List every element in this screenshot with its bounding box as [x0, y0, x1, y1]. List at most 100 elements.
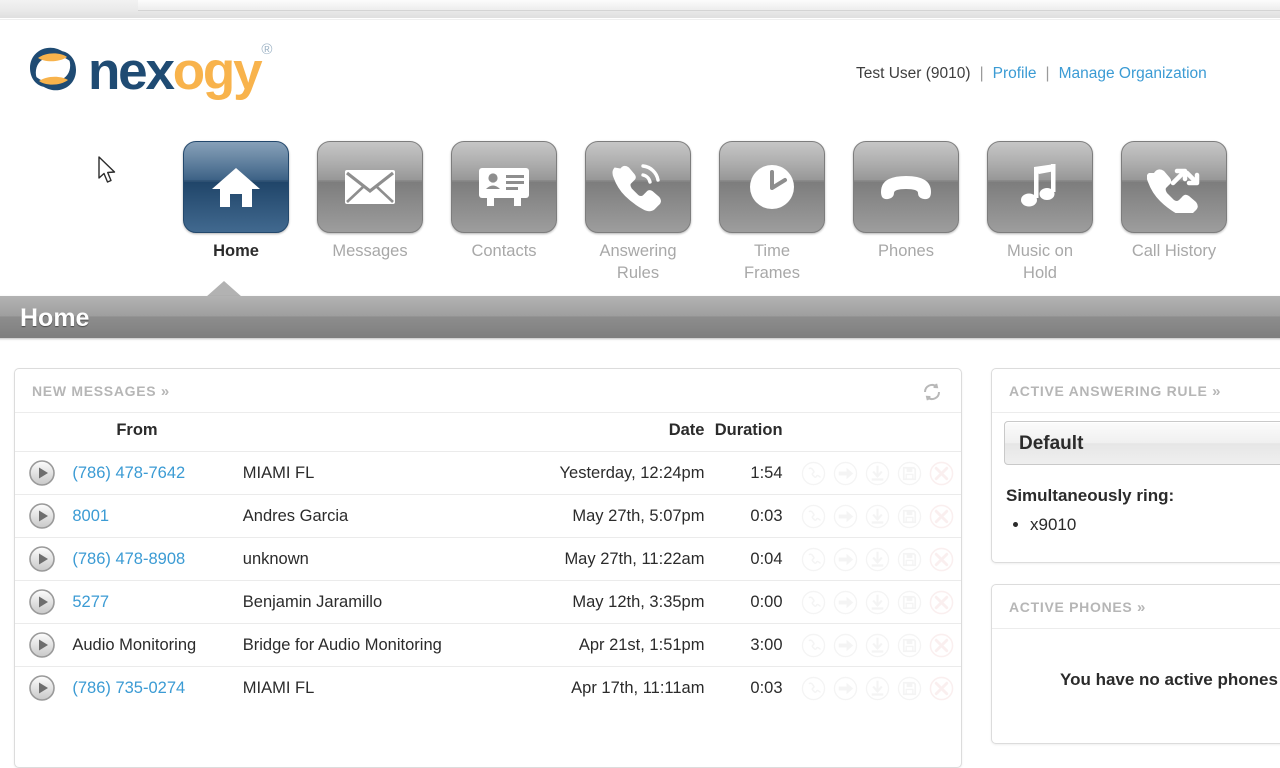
message-from-cell[interactable]: (786) 735-0274: [68, 666, 243, 710]
active-rule-chip[interactable]: Default: [1004, 421, 1280, 465]
call-icon: [801, 633, 825, 657]
message-action-buttons[interactable]: [787, 504, 961, 529]
table-row[interactable]: (786) 735-0274 MIAMI FL Apr 17th, 11:11am 0…: [15, 666, 961, 710]
table-row[interactable]: Audio Monitoring Bridge for Audio Monitor…: [15, 623, 961, 667]
nav-button-music-on-hold[interactable]: [987, 141, 1093, 233]
profile-link[interactable]: Profile: [993, 65, 1037, 82]
home-icon: [212, 168, 260, 207]
brand-logo[interactable]: nexogy®: [22, 38, 272, 101]
nav-button-home[interactable]: [183, 141, 289, 233]
table-row[interactable]: 5277 Benjamin Jaramillo May 12th, 3:35pm 0:…: [15, 580, 961, 624]
message-actions-cell[interactable]: [786, 666, 961, 710]
message-play-cell[interactable]: [15, 451, 69, 495]
refresh-icon[interactable]: [920, 380, 944, 404]
page-title: Home: [20, 304, 90, 332]
nav-item-music-on-hold[interactable]: Music on Hold: [973, 141, 1107, 285]
account-user-label: Test User (9010): [856, 65, 971, 82]
forward-icon: [833, 590, 857, 614]
message-from-value[interactable]: (786) 478-7642: [72, 464, 185, 482]
message-from-cell[interactable]: 5277: [68, 580, 243, 624]
message-action-buttons[interactable]: [787, 633, 961, 658]
message-from-value[interactable]: 5277: [72, 593, 109, 611]
contact-card-icon: [479, 168, 529, 206]
save-icon: [897, 676, 921, 700]
message-actions-cell[interactable]: [786, 580, 961, 624]
message-from-value[interactable]: (786) 478-8908: [72, 550, 185, 568]
nav-button-contacts[interactable]: [451, 141, 557, 233]
play-icon: [28, 460, 55, 486]
nav-label-contacts: Contacts: [471, 242, 537, 260]
table-row[interactable]: (786) 478-8908 unknown May 27th, 11:22am 0:…: [15, 537, 961, 581]
active-answering-rule-header: ACTIVE ANSWERING RULE »: [992, 369, 1280, 413]
table-row[interactable]: (786) 478-7642 MIAMI FL Yesterday, 12:24pm…: [15, 451, 961, 495]
message-from-cell[interactable]: 8001: [68, 494, 243, 538]
nav-button-messages[interactable]: [317, 141, 423, 233]
forward-icon: [833, 547, 857, 571]
new-messages-header: NEW MESSAGES »: [15, 369, 961, 413]
message-actions-cell[interactable]: [786, 494, 961, 538]
message-duration-cell: 0:04: [704, 537, 787, 581]
delete-icon: [929, 547, 953, 571]
envelope-icon: [345, 170, 395, 204]
new-messages-chevron-icon: »: [160, 383, 170, 400]
nav-label-home: Home: [213, 242, 259, 260]
new-messages-title-text: NEW MESSAGES: [32, 383, 157, 399]
message-action-buttons[interactable]: [787, 547, 961, 572]
message-action-buttons[interactable]: [787, 461, 961, 486]
nav-button-answering-rules[interactable]: [585, 141, 691, 233]
forward-icon: [833, 504, 857, 528]
message-action-buttons[interactable]: [787, 676, 961, 701]
clock-icon: [750, 165, 794, 209]
nav-item-call-history[interactable]: Call History: [1107, 141, 1241, 285]
nav-item-phones[interactable]: Phones: [839, 141, 973, 285]
column-header-name: [243, 413, 500, 452]
message-play-cell[interactable]: [15, 494, 69, 538]
nav-item-answering-rules[interactable]: Answering Rules: [571, 141, 705, 285]
message-play-cell[interactable]: [15, 623, 69, 667]
message-play-cell[interactable]: [15, 666, 69, 710]
nav-item-time-frames[interactable]: Time Frames: [705, 141, 839, 285]
account-separator-2: |: [1045, 65, 1050, 82]
manage-organization-link[interactable]: Manage Organization: [1059, 65, 1207, 82]
account-separator-1: |: [979, 65, 984, 82]
nav-button-call-history[interactable]: [1121, 141, 1227, 233]
message-from-value[interactable]: (786) 735-0274: [72, 679, 185, 697]
message-caller-name-cell: MIAMI FL: [242, 666, 500, 710]
nav-item-contacts[interactable]: Contacts: [437, 141, 571, 285]
nav-item-messages[interactable]: Messages: [303, 141, 437, 285]
active-rule-name: Default: [1019, 433, 1084, 454]
nav-button-time-frames[interactable]: [719, 141, 825, 233]
account-links: Test User (9010) | Profile | Manage Organiza…: [856, 65, 1207, 83]
browser-chrome-strip: [0, 0, 1280, 18]
message-duration-cell: 3:00: [704, 623, 787, 667]
table-row[interactable]: 8001 Andres Garcia May 27th, 5:07pm 0:03: [15, 494, 961, 538]
forward-icon: [833, 461, 857, 485]
play-icon: [28, 675, 55, 702]
message-from-value[interactable]: 8001: [72, 507, 109, 525]
nav-item-home[interactable]: Home: [169, 141, 303, 285]
nav-button-phones[interactable]: [853, 141, 959, 233]
message-actions-cell[interactable]: [786, 623, 961, 667]
forward-icon: [833, 676, 857, 700]
play-icon: [28, 503, 55, 529]
message-play-cell[interactable]: [15, 537, 69, 581]
message-play-cell[interactable]: [15, 580, 69, 624]
message-action-buttons[interactable]: [787, 590, 961, 615]
message-actions-cell[interactable]: [786, 451, 961, 495]
save-icon: [897, 461, 921, 485]
save-icon: [897, 633, 921, 657]
brand-name-part2: ogy: [172, 41, 263, 101]
message-from-cell[interactable]: (786) 478-8908: [68, 537, 243, 581]
message-actions-cell[interactable]: [786, 537, 961, 581]
registered-mark: ®: [261, 40, 272, 58]
active-phones-title-text: ACTIVE PHONES: [1009, 599, 1133, 615]
column-header-from: From: [116, 421, 158, 439]
brand-name-part1: nex: [88, 41, 175, 101]
message-from-cell[interactable]: (786) 478-7642: [68, 451, 243, 495]
play-icon: [28, 632, 55, 658]
active-phones-panel: ACTIVE PHONES » You have no active phone…: [991, 584, 1280, 744]
active-answering-rule-chevron-icon: »: [1212, 383, 1222, 400]
save-icon: [897, 590, 921, 614]
message-duration-cell: 0:03: [704, 666, 787, 710]
nav-label-call-history: Call History: [1131, 242, 1217, 260]
